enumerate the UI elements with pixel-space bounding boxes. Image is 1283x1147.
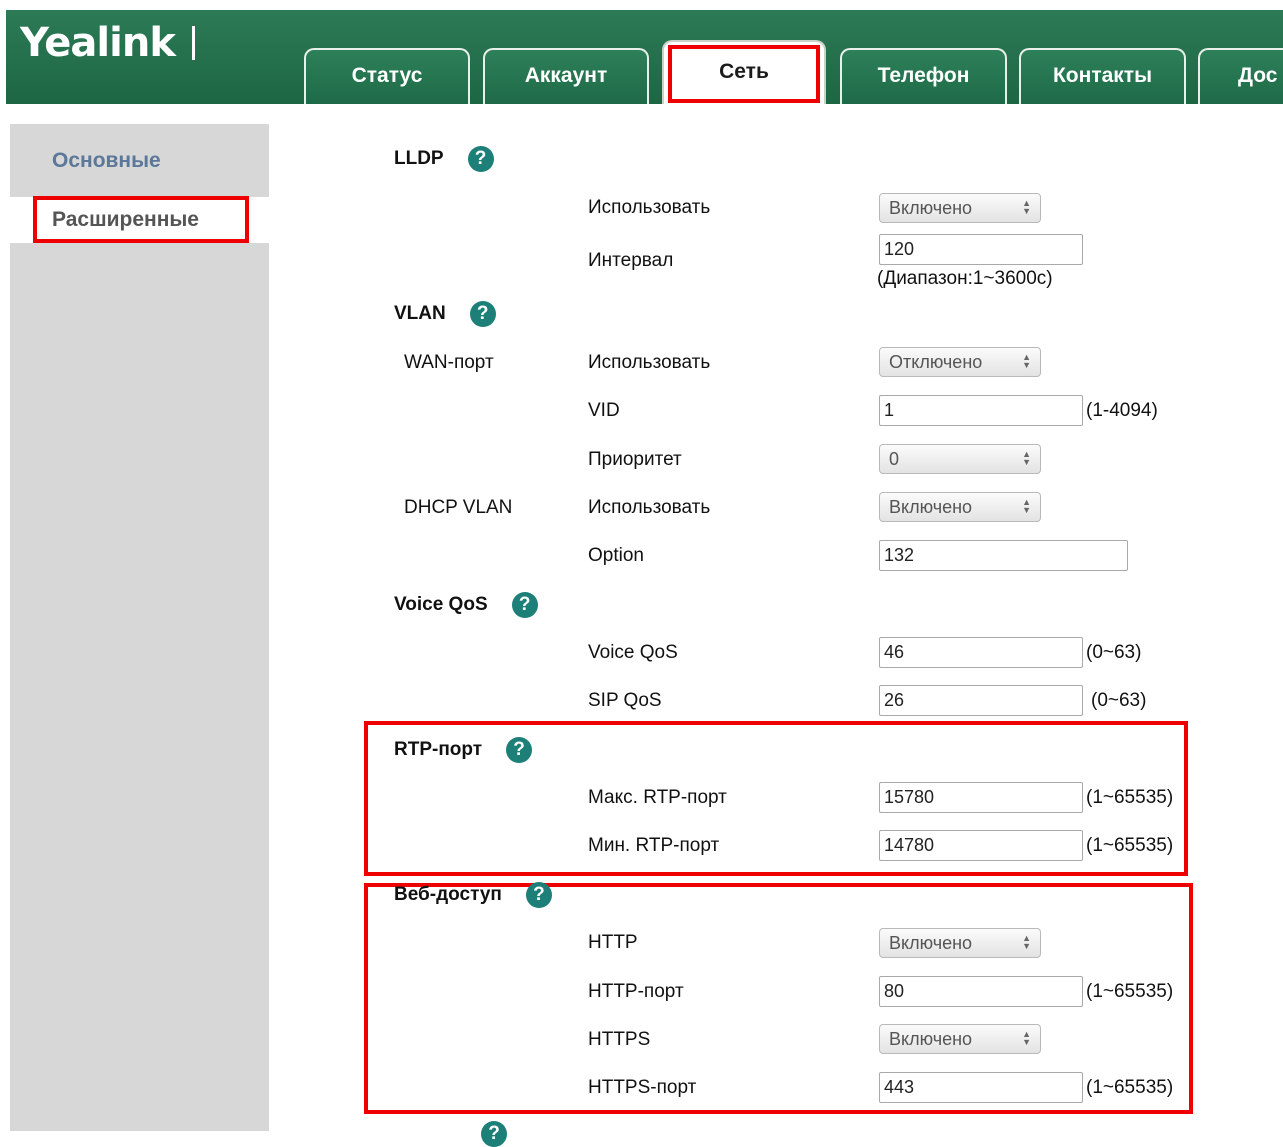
vlan-wan-label: WAN-порт — [404, 352, 494, 373]
vlan-option-label: Option — [588, 545, 644, 566]
web-http-port-label: HTTP-порт — [588, 981, 684, 1002]
sidebar — [10, 124, 269, 1131]
vlan-vid-hint: (1-4094) — [1086, 400, 1158, 421]
vlan-wan-enable-select[interactable]: Отключено ▲ ▼ — [879, 347, 1041, 377]
section-lldp-title: LLDP ? — [394, 146, 494, 172]
section-rtp-title: RTP-порт ? — [394, 737, 533, 763]
vlan-dhcp-enable-select[interactable]: Включено ▲ ▼ — [879, 492, 1041, 522]
rtp-min-label: Мин. RTP-порт — [588, 835, 720, 856]
select-arrows-icon: ▲ ▼ — [1022, 1029, 1031, 1047]
lldp-interval-label: Интервал — [588, 250, 674, 271]
lldp-title: LLDP — [394, 148, 444, 169]
sidebar-item-basic[interactable]: Основные — [10, 138, 282, 184]
tab-highlight-frame — [668, 45, 820, 103]
vlan-dhcp-enable-value: Включено — [889, 497, 973, 517]
rtp-title: RTP-порт — [394, 739, 483, 760]
section-web-title: Веб-доступ ? — [394, 882, 552, 908]
lldp-help-icon[interactable]: ? — [467, 146, 494, 172]
rtp-max-label: Макс. RTP-порт — [588, 787, 727, 808]
vlan-title: VLAN — [394, 303, 446, 324]
tab-phone[interactable]: Телефон — [840, 48, 1007, 104]
select-arrows-icon: ▲ ▼ — [1022, 449, 1031, 467]
vlan-dhcp-label: DHCP VLAN — [404, 497, 513, 518]
vlan-wan-enable-value: Отключено — [889, 352, 983, 372]
lldp-interval-hint: (Диапазон:1~3600с) — [877, 268, 1053, 289]
rtp-min-hint: (1~65535) — [1086, 835, 1174, 856]
logo-divider — [192, 26, 195, 60]
select-arrows-icon: ▲ ▼ — [1022, 352, 1031, 370]
sidebar-highlight-frame — [33, 196, 249, 243]
lldp-interval-input[interactable]: 120 — [879, 234, 1083, 265]
tab-more[interactable]: Дос — [1198, 48, 1283, 104]
select-arrows-icon: ▲ ▼ — [1022, 198, 1031, 216]
web-https-port-input[interactable]: 443 — [879, 1072, 1083, 1103]
vlan-dhcp-enable-label: Использовать — [588, 497, 711, 518]
yealink-logo: Yealink — [20, 20, 176, 66]
web-https-value: Включено — [889, 1029, 973, 1049]
tab-account[interactable]: Аккаунт — [483, 48, 649, 104]
rtp-help-icon[interactable]: ? — [506, 737, 533, 763]
select-arrows-icon: ▲ ▼ — [1022, 497, 1031, 515]
section-voice-qos-title: Voice QoS ? — [394, 592, 538, 618]
tab-status[interactable]: Статус — [304, 48, 470, 104]
web-https-label: HTTPS — [588, 1029, 651, 1050]
voice-qos-input[interactable]: 46 — [879, 637, 1083, 668]
web-title: Веб-доступ — [394, 884, 502, 905]
vlan-priority-label: Приоритет — [588, 449, 682, 470]
web-help-icon[interactable]: ? — [525, 882, 552, 908]
web-https-select[interactable]: Включено ▲ ▼ — [879, 1024, 1041, 1054]
rtp-min-input[interactable]: 14780 — [879, 830, 1083, 861]
sip-qos-input[interactable]: 26 — [879, 685, 1083, 716]
lldp-enable-value: Включено — [889, 198, 973, 218]
web-https-port-hint: (1~65535) — [1086, 1077, 1174, 1098]
voice-qos-title: Voice QoS — [394, 594, 488, 615]
select-arrows-icon: ▲ ▼ — [1022, 933, 1031, 951]
vlan-vid-input[interactable]: 1 — [879, 395, 1083, 426]
web-http-label: HTTP — [588, 932, 638, 953]
voice-qos-help-icon[interactable]: ? — [511, 592, 538, 618]
lldp-enable-select[interactable]: Включено ▲ ▼ — [879, 193, 1041, 223]
web-http-port-hint: (1~65535) — [1086, 981, 1174, 1002]
rtp-max-input[interactable]: 15780 — [879, 782, 1083, 813]
web-http-select[interactable]: Включено ▲ ▼ — [879, 928, 1041, 958]
vlan-option-input[interactable]: 132 — [879, 540, 1128, 571]
voice-qos-hint: (0~63) — [1086, 642, 1142, 663]
web-http-value: Включено — [889, 933, 973, 953]
vlan-help-icon[interactable]: ? — [469, 301, 496, 327]
vlan-priority-value: 0 — [889, 449, 900, 469]
voice-qos-label: Voice QoS — [588, 642, 678, 663]
vlan-wan-enable-label: Использовать — [588, 352, 711, 373]
rtp-max-hint: (1~65535) — [1086, 787, 1174, 808]
tab-contacts[interactable]: Контакты — [1019, 48, 1186, 104]
web-http-port-input[interactable]: 80 — [879, 976, 1083, 1007]
section-vlan-title: VLAN ? — [394, 301, 496, 327]
web-https-port-label: HTTPS-порт — [588, 1077, 697, 1098]
vlan-priority-select[interactable]: 0 ▲ ▼ — [879, 444, 1041, 474]
sip-qos-hint: (0~63) — [1091, 690, 1147, 711]
lldp-enable-label: Использовать — [588, 197, 711, 218]
sip-qos-label: SIP QoS — [588, 690, 662, 711]
next-section-help-icon[interactable]: ? — [481, 1121, 507, 1147]
vlan-vid-label: VID — [588, 400, 620, 421]
